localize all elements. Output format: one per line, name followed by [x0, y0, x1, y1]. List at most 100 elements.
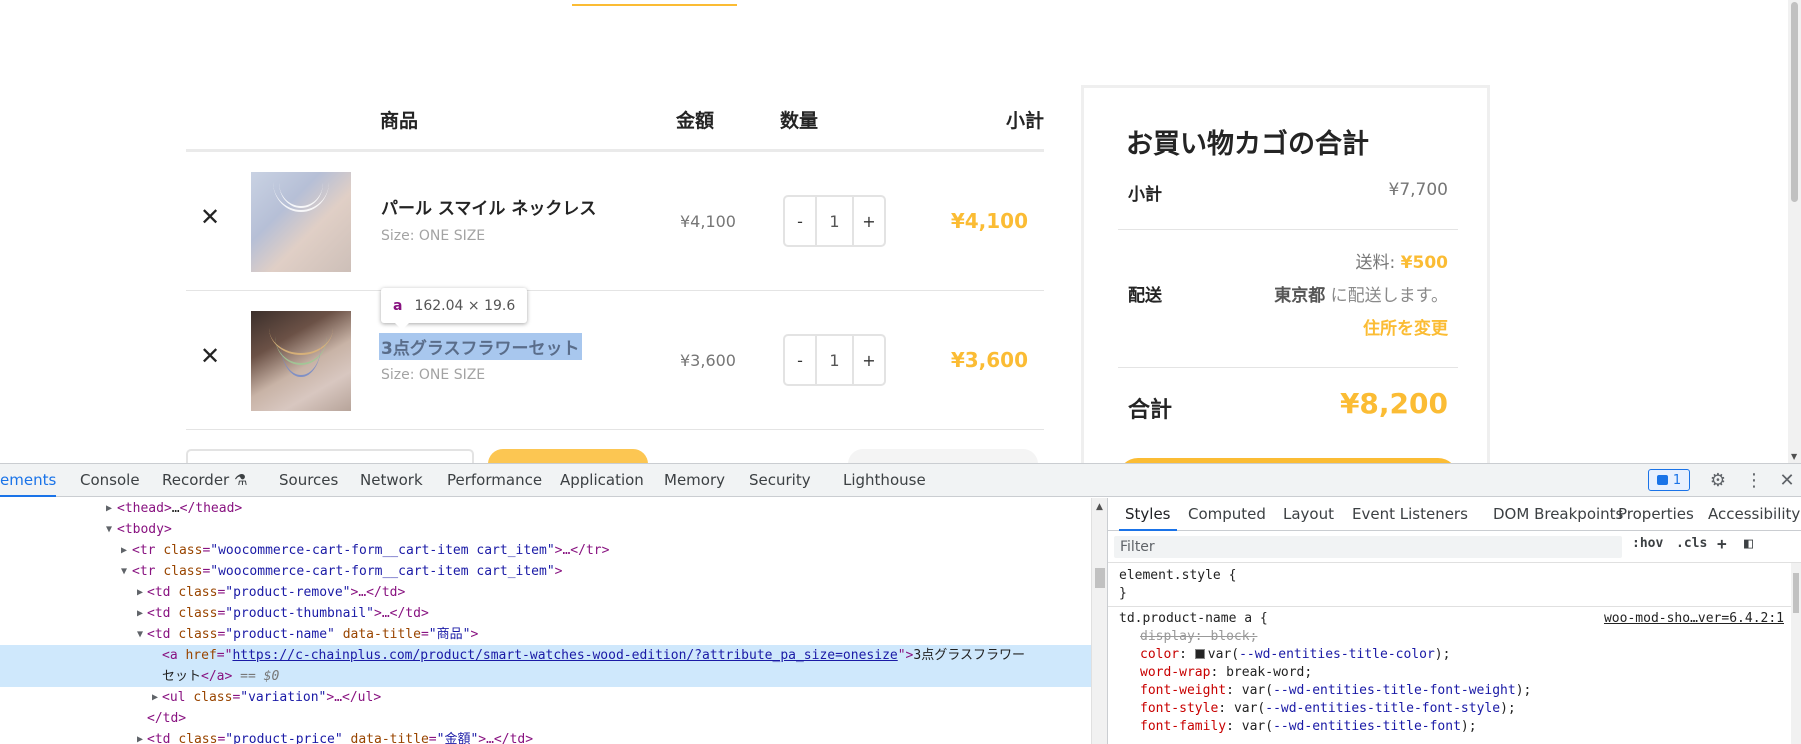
color-swatch-icon[interactable] [1194, 649, 1205, 659]
dom-node-tbody[interactable]: ▼ <tbody> [0, 519, 1091, 540]
dom-tree: ▶ <thead>…</thead> ▼ <tbody> ▶ <tr class… [0, 498, 1091, 744]
qty-minus-button[interactable]: - [785, 197, 815, 245]
dom-node-td[interactable]: ▶ <td class="product-thumbnail">…</td> [0, 603, 1091, 624]
styles-filter-input[interactable]: Filter [1114, 536, 1622, 558]
dom-node-ul[interactable]: ▶ <ul class="variation">…</ul> [0, 687, 1091, 708]
cart-totals-title: お買い物カゴの合計 [1126, 129, 1369, 160]
cart-totals: お買い物カゴの合計 小計 ¥7,700 配送 送料: ¥500 東京都 に配送し… [1081, 85, 1490, 463]
nav-active-underline [572, 4, 737, 6]
collapsed-arrow-icon[interactable]: ▶ [137, 582, 143, 603]
scrollbar-thumb[interactable] [1791, 2, 1798, 202]
subtotal-label: 小計 [1128, 185, 1162, 205]
css-selector[interactable]: td.product-name a { [1119, 611, 1268, 626]
collapsed-arrow-icon[interactable]: ▶ [137, 603, 143, 624]
issues-icon [1656, 475, 1668, 485]
tab-performance[interactable]: Performance [447, 464, 542, 496]
qty-plus-button[interactable]: + [854, 197, 884, 245]
qty-input[interactable]: 1 [815, 336, 854, 384]
collapsed-arrow-icon[interactable]: ▶ [152, 687, 158, 708]
scroll-down-arrow-icon[interactable]: ▼ [1791, 452, 1797, 461]
tab-computed[interactable]: Computed [1188, 498, 1266, 530]
qty-minus-button[interactable]: - [785, 336, 815, 384]
product-price: ¥3,600 [680, 351, 736, 370]
product-thumbnail[interactable] [251, 172, 351, 272]
styles-filter-bar: Filter :hov .cls + ◧ [1108, 531, 1801, 563]
tab-elements[interactable]: ements [0, 464, 57, 497]
dom-node-thead[interactable]: ▶ <thead>…</thead> [0, 498, 1091, 519]
dom-node-td[interactable]: ▶ <td class="product-remove">…</td> [0, 582, 1091, 603]
collapsed-arrow-icon[interactable]: ▶ [137, 729, 143, 744]
rule-divider [1108, 606, 1792, 607]
tab-accessibility[interactable]: Accessibility [1708, 498, 1800, 530]
tab-console[interactable]: Console [80, 464, 140, 496]
totals-total-row: 合計 ¥8,200 [1118, 378, 1458, 438]
scrollbar-thumb[interactable] [1793, 573, 1799, 613]
tab-properties[interactable]: Properties [1618, 498, 1694, 530]
element-style-rule: element.style { } [1108, 567, 1792, 603]
totals-subtotal-row: 小計 ¥7,700 [1118, 180, 1458, 230]
subtotal-value: ¥7,700 [1388, 180, 1448, 200]
quantity-stepper: - 1 + [783, 195, 886, 247]
remove-item-button[interactable]: ✕ [200, 344, 220, 368]
qty-plus-button[interactable]: + [854, 336, 884, 384]
tab-lighthouse[interactable]: Lighthouse [843, 464, 926, 496]
styles-pane: Styles Computed Layout Event Listeners D… [1107, 498, 1801, 744]
tab-application[interactable]: Application [560, 464, 644, 496]
class-toggle[interactable]: .cls [1676, 536, 1707, 551]
scroll-up-arrow-icon[interactable]: ▲ [1096, 502, 1103, 512]
tab-layout[interactable]: Layout [1283, 498, 1334, 530]
tab-network[interactable]: Network [360, 464, 423, 496]
stylesheet-source-link[interactable]: woo-mod-sho…ver=6.4.2:1 [1604, 610, 1784, 628]
css-property[interactable]: word-wrap: break-word; [1108, 664, 1792, 682]
product-name-link[interactable]: パール スマイル ネックレス [381, 194, 596, 219]
toggle-sidebar-icon[interactable]: ◧ [1744, 534, 1753, 552]
hover-state-toggle[interactable]: :hov [1632, 536, 1663, 551]
update-cart-button[interactable] [848, 449, 1038, 463]
tab-recorder[interactable]: Recorder ⚗ [162, 464, 247, 496]
expanded-arrow-icon[interactable]: ▼ [121, 561, 127, 582]
coupon-input[interactable] [186, 449, 474, 463]
collapsed-arrow-icon[interactable]: ▶ [121, 540, 127, 561]
tab-memory[interactable]: Memory [664, 464, 725, 496]
new-rule-plus-icon[interactable]: + [1717, 534, 1727, 553]
shipping-label: 配送 [1128, 286, 1162, 306]
header-quantity: 数量 [780, 110, 819, 132]
tab-styles[interactable]: Styles [1119, 498, 1176, 531]
product-name-link[interactable]: 3点グラスフラワーセット [379, 333, 582, 360]
dom-node-td[interactable]: ▼ <td class="product-name" data-title="商… [0, 624, 1091, 645]
css-property[interactable]: color: var(--wd-entities-title-color); [1108, 646, 1792, 664]
expanded-arrow-icon[interactable]: ▼ [106, 519, 112, 540]
dom-node-td[interactable]: ▶ <td class="product-price" data-title="… [0, 729, 1091, 744]
scrollbar-thumb[interactable] [1095, 568, 1105, 588]
page-scrollbar[interactable]: ▼ [1788, 0, 1801, 463]
styles-scrollbar[interactable] [1791, 563, 1801, 744]
apply-coupon-button[interactable] [488, 449, 648, 463]
css-property[interactable]: font-weight: var(--wd-entities-title-fon… [1108, 682, 1792, 700]
css-property[interactable]: display: block; [1108, 628, 1792, 646]
css-property[interactable]: font-style: var(--wd-entities-title-font… [1108, 700, 1792, 718]
close-devtools-icon[interactable]: ✕ [1775, 468, 1799, 492]
dom-node-tr[interactable]: ▼ <tr class="woocommerce-cart-form__cart… [0, 561, 1091, 582]
product-thumbnail[interactable] [251, 311, 351, 411]
expanded-arrow-icon[interactable]: ▼ [137, 624, 143, 645]
tab-sources[interactable]: Sources [279, 464, 338, 496]
dom-scrollbar[interactable]: ▲ [1091, 498, 1107, 744]
tab-dom-breakpoints[interactable]: DOM Breakpoints [1493, 498, 1623, 530]
more-options-icon[interactable]: ⋮ [1742, 468, 1766, 492]
href-link[interactable]: https://c-chainplus.com/product/smart-wa… [232, 648, 897, 663]
inspect-element-tooltip: a 162.04 × 19.6 [381, 288, 528, 330]
tab-event-listeners[interactable]: Event Listeners [1352, 498, 1468, 530]
dom-node-tr[interactable]: ▶ <tr class="woocommerce-cart-form__cart… [0, 540, 1091, 561]
dom-node-td-close[interactable]: </td> [0, 708, 1091, 729]
header-price: 金額 [676, 110, 715, 132]
dom-node-a-selected[interactable]: <a href="https://c-chainplus.com/product… [0, 645, 1091, 687]
change-address-link[interactable]: 住所を変更 [1363, 314, 1448, 339]
qty-input[interactable]: 1 [815, 197, 854, 245]
settings-gear-icon[interactable]: ⚙ [1706, 468, 1730, 492]
css-property[interactable]: font-family: var(--wd-entities-title-fon… [1108, 718, 1792, 736]
tab-security[interactable]: Security [749, 464, 811, 496]
collapsed-arrow-icon[interactable]: ▶ [106, 498, 112, 519]
issues-badge[interactable]: 1 [1648, 469, 1690, 491]
remove-item-button[interactable]: ✕ [200, 205, 220, 229]
element-style-selector[interactable]: element.style { [1108, 567, 1792, 585]
